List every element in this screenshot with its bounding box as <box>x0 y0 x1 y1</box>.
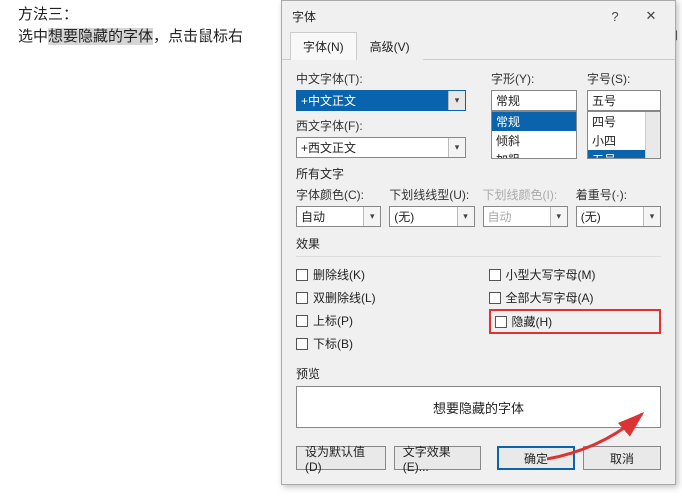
underline-color-combo: 自动▾ <box>483 206 568 227</box>
titlebar: 字体 ? ✕ <box>282 1 675 31</box>
hidden-highlight: 隐藏(H) <box>489 309 662 334</box>
underline-style-combo[interactable]: (无)▾ <box>389 206 474 227</box>
font-color-label: 字体颜色(C): <box>296 186 381 203</box>
bg-line1: 方法三： <box>18 4 243 26</box>
chevron-down-icon: ▾ <box>457 207 474 226</box>
text-effects-button[interactable]: 文字效果(E)... <box>394 446 481 470</box>
checkbox-icon <box>489 292 501 304</box>
list-item[interactable]: 五号 <box>588 150 646 159</box>
dialog-title: 字体 <box>292 8 597 25</box>
chevron-down-icon: ▾ <box>550 207 567 226</box>
style-listbox[interactable]: 常规 倾斜 加粗 <box>491 111 577 159</box>
preview-label: 预览 <box>296 365 661 382</box>
list-item[interactable]: 常规 <box>492 112 576 131</box>
subscript-checkbox[interactable]: 下标(B) <box>296 335 469 352</box>
dialog-footer: 设为默认值(D) 文字效果(E)... 确定 取消 <box>282 436 675 484</box>
latin-font-combo[interactable]: +西文正文 ▾ <box>296 137 466 158</box>
effects-label: 效果 <box>296 235 661 252</box>
close-button[interactable]: ✕ <box>633 3 669 29</box>
list-item[interactable]: 加粗 <box>492 150 576 159</box>
tab-font[interactable]: 字体(N) <box>290 32 357 60</box>
style-input[interactable]: 常规 <box>491 90 577 111</box>
hidden-checkbox[interactable]: 隐藏(H) <box>495 313 553 330</box>
smallcaps-checkbox[interactable]: 小型大写字母(M) <box>489 266 662 283</box>
list-item[interactable]: 四号 <box>588 112 646 131</box>
bg-line2: 选中想要隐藏的字体，点击鼠标右 <box>18 26 243 48</box>
superscript-checkbox[interactable]: 上标(P) <box>296 312 469 329</box>
tab-advanced[interactable]: 高级(V) <box>357 32 423 60</box>
size-label: 字号(S): <box>587 70 661 87</box>
font-dialog: 字体 ? ✕ 字体(N) 高级(V) 中文字体(T): +中文正文 ▾ 西文字体… <box>281 0 676 485</box>
preview-box: 想要隐藏的字体 <box>296 386 661 428</box>
chevron-down-icon: ▾ <box>643 207 660 226</box>
checkbox-icon <box>296 338 308 350</box>
checkbox-icon <box>495 316 507 328</box>
set-default-button[interactable]: 设为默认值(D) <box>296 446 386 470</box>
chevron-down-icon: ▾ <box>363 207 380 226</box>
cjk-font-label: 中文字体(T): <box>296 70 481 87</box>
preview-text: 想要隐藏的字体 <box>433 398 524 417</box>
underline-style-label: 下划线线型(U): <box>389 186 474 203</box>
list-item[interactable]: 小四 <box>588 131 646 150</box>
background-text: 方法三： 选中想要隐藏的字体，点击鼠标右 <box>18 4 243 48</box>
size-listbox[interactable]: 四号 小四 五号 <box>587 111 661 159</box>
underline-color-label: 下划线颜色(I): <box>483 186 568 203</box>
checkbox-icon <box>296 292 308 304</box>
size-input[interactable]: 五号 <box>587 90 661 111</box>
checkbox-icon <box>296 315 308 327</box>
checkbox-icon <box>489 269 501 281</box>
list-item[interactable]: 倾斜 <box>492 131 576 150</box>
help-button[interactable]: ? <box>597 3 633 29</box>
latin-font-label: 西文字体(F): <box>296 117 481 134</box>
font-color-combo[interactable]: 自动▾ <box>296 206 381 227</box>
chevron-down-icon: ▾ <box>448 91 465 110</box>
ok-button[interactable]: 确定 <box>497 446 575 470</box>
double-strike-checkbox[interactable]: 双删除线(L) <box>296 289 469 306</box>
chevron-down-icon: ▾ <box>448 138 465 157</box>
alltext-label: 所有文字 <box>296 165 661 182</box>
tabstrip: 字体(N) 高级(V) <box>282 31 675 60</box>
strike-checkbox[interactable]: 删除线(K) <box>296 266 469 283</box>
checkbox-icon <box>296 269 308 281</box>
cjk-font-combo[interactable]: +中文正文 ▾ <box>296 90 466 111</box>
dialog-body: 中文字体(T): +中文正文 ▾ 西文字体(F): +西文正文 ▾ 字形(Y):… <box>282 60 675 436</box>
allcaps-checkbox[interactable]: 全部大写字母(A) <box>489 289 662 306</box>
emphasis-label: 着重号(·): <box>576 186 661 203</box>
bg-selected-text: 想要隐藏的字体 <box>48 28 153 45</box>
emphasis-combo[interactable]: (无)▾ <box>576 206 661 227</box>
style-label: 字形(Y): <box>491 70 577 87</box>
cancel-button[interactable]: 取消 <box>583 446 661 470</box>
